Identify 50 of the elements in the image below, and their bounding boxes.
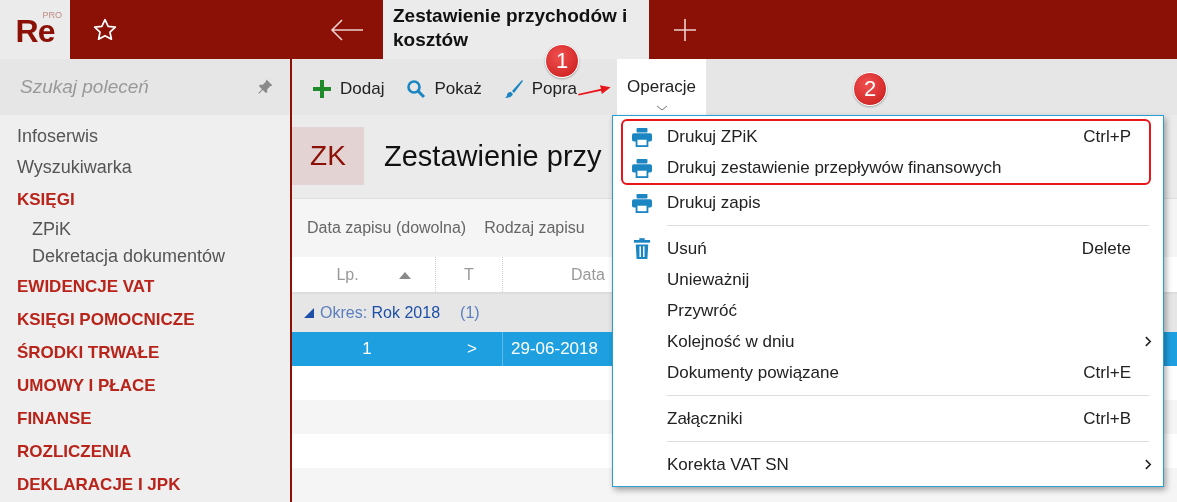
- plus-icon: [312, 79, 332, 99]
- printer-icon: [631, 157, 653, 178]
- sidebar-item[interactable]: DEKLARACJE I JPK: [0, 468, 290, 501]
- menu-item[interactable]: Drukuj ZPiK Ctrl+P: [613, 121, 1163, 152]
- sidebar-item[interactable]: EWIDENCJE VAT: [0, 270, 290, 303]
- trash-icon: [633, 237, 651, 260]
- filter-label[interactable]: Data zapisu (dowolna): [307, 219, 467, 238]
- sidebar-item[interactable]: KSIĘGI: [0, 183, 290, 216]
- toolbar-button[interactable]: Operacje: [617, 59, 707, 115]
- menu-item[interactable]: Drukuj zestawienie przepływów finansowych: [613, 152, 1163, 183]
- sidebar-item[interactable]: ŚRODKI TRWAŁE: [0, 336, 290, 369]
- menu-item[interactable]: Korekta VAT SN: [613, 449, 1163, 480]
- expand-icon[interactable]: [304, 308, 314, 318]
- menu-item[interactable]: Unieważnij: [613, 264, 1163, 295]
- sidebar-item[interactable]: Wyszukiwarka: [0, 152, 290, 183]
- menu-item[interactable]: Załączniki Ctrl+B: [613, 403, 1163, 434]
- submenu-chevron-icon: [1144, 459, 1152, 470]
- star-icon[interactable]: [92, 16, 118, 43]
- printer-icon: [631, 192, 653, 213]
- document-type-badge: ZK: [292, 127, 364, 186]
- document-title: Zestawienie przy: [384, 139, 602, 173]
- app-logo: RePRO: [0, 0, 70, 59]
- menu-item[interactable]: Drukuj zapis: [613, 187, 1163, 218]
- menu-item[interactable]: Przywróć: [613, 295, 1163, 326]
- pointer-arrow: [578, 82, 612, 98]
- sidebar-item[interactable]: KSIĘGI POMOCNICZE: [0, 303, 290, 336]
- sidebar-item[interactable]: Dekretacja dokumentów: [0, 243, 290, 270]
- printer-icon: [631, 126, 653, 147]
- search-icon: [406, 79, 427, 99]
- toolbar-button[interactable]: Pokaż: [398, 75, 490, 103]
- menu-item[interactable]: Usuń Delete: [613, 233, 1163, 264]
- new-tab-icon[interactable]: [673, 17, 697, 42]
- sort-icon[interactable]: [398, 270, 411, 279]
- menu-item[interactable]: Dokumenty powiązane Ctrl+E: [613, 357, 1163, 388]
- caret-icon: [655, 105, 668, 111]
- command-search-field[interactable]: Szukaj poleceń: [18, 75, 256, 99]
- brush-icon: [503, 79, 524, 99]
- toolbar-button[interactable]: Popra: [495, 75, 586, 103]
- sidebar-item[interactable]: Infoserwis: [0, 121, 290, 152]
- sidebar-item[interactable]: ZPiK: [0, 216, 290, 243]
- filter-label[interactable]: Rodzaj zapisu: [484, 219, 585, 238]
- sidebar-item[interactable]: UMOWY I PŁACE: [0, 369, 290, 402]
- toolbar-button[interactable]: Dodaj: [304, 75, 393, 103]
- pin-icon[interactable]: [256, 78, 274, 96]
- sidebar-item[interactable]: FINANSE: [0, 402, 290, 435]
- submenu-chevron-icon: [1144, 336, 1152, 347]
- search-box[interactable]: Szukaj poleceń: [0, 59, 290, 115]
- back-arrow-icon[interactable]: [329, 17, 365, 42]
- menu-item[interactable]: Kolejność w dniu: [613, 326, 1163, 357]
- sidebar-item[interactable]: ROZLICZENIA: [0, 435, 290, 468]
